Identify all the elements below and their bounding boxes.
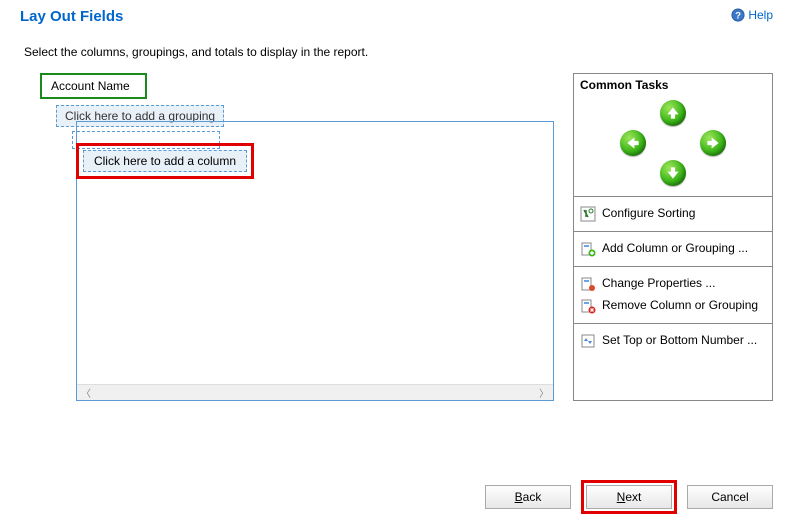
task-label: Set Top or Bottom Number ... xyxy=(602,333,766,348)
grouping-field-highlight: Account Name xyxy=(40,73,147,99)
move-up-button[interactable] xyxy=(653,98,693,128)
grouping-field-account-name[interactable]: Account Name xyxy=(43,76,144,96)
add-column-placeholder[interactable]: Click here to add a column xyxy=(83,150,247,172)
arrow-down-icon xyxy=(666,166,680,180)
scroll-left-icon[interactable]: 〈 xyxy=(81,385,91,400)
horizontal-scrollbar[interactable]: 〈 〉 xyxy=(77,384,553,400)
arrow-left-icon xyxy=(626,136,640,150)
instruction-text: Select the columns, groupings, and total… xyxy=(0,25,793,73)
next-button[interactable]: Next xyxy=(586,485,672,509)
scroll-right-icon[interactable]: 〉 xyxy=(539,385,549,400)
sort-icon xyxy=(580,206,596,222)
top-bottom-icon xyxy=(580,333,596,349)
next-button-highlight: Next xyxy=(581,480,677,514)
task-change-properties[interactable]: Change Properties ... xyxy=(580,273,766,295)
back-button[interactable]: Back xyxy=(485,485,571,509)
page-title: Lay Out Fields xyxy=(20,8,123,25)
common-tasks-title: Common Tasks xyxy=(574,74,772,96)
task-add-column-grouping[interactable]: Add Column or Grouping ... xyxy=(580,238,766,260)
common-tasks-panel: Common Tasks Configure Sorting xyxy=(573,73,773,401)
task-label: Configure Sorting xyxy=(602,206,766,221)
svg-text:?: ? xyxy=(735,11,741,22)
properties-icon xyxy=(580,276,596,292)
remove-column-icon xyxy=(580,298,596,314)
task-remove-column-grouping[interactable]: Remove Column or Grouping xyxy=(580,295,766,317)
layout-designer: Account Name Click here to add a groupin… xyxy=(20,73,555,401)
arrow-right-icon xyxy=(706,136,720,150)
move-down-button[interactable] xyxy=(653,158,693,188)
help-label: Help xyxy=(748,8,773,22)
wizard-buttons: Back Next Cancel xyxy=(485,480,773,514)
help-icon: ? xyxy=(731,8,745,22)
task-set-top-bottom[interactable]: Set Top or Bottom Number ... xyxy=(580,330,766,352)
help-link[interactable]: ? Help xyxy=(731,8,773,22)
task-label: Change Properties ... xyxy=(602,276,766,291)
task-label: Add Column or Grouping ... xyxy=(602,241,766,256)
task-configure-sorting[interactable]: Configure Sorting xyxy=(580,203,766,225)
cancel-button[interactable]: Cancel xyxy=(687,485,773,509)
move-right-button[interactable] xyxy=(693,128,733,158)
task-label: Remove Column or Grouping xyxy=(602,298,766,313)
move-left-button[interactable] xyxy=(613,128,653,158)
arrow-up-icon xyxy=(666,106,680,120)
add-column-icon xyxy=(580,241,596,257)
